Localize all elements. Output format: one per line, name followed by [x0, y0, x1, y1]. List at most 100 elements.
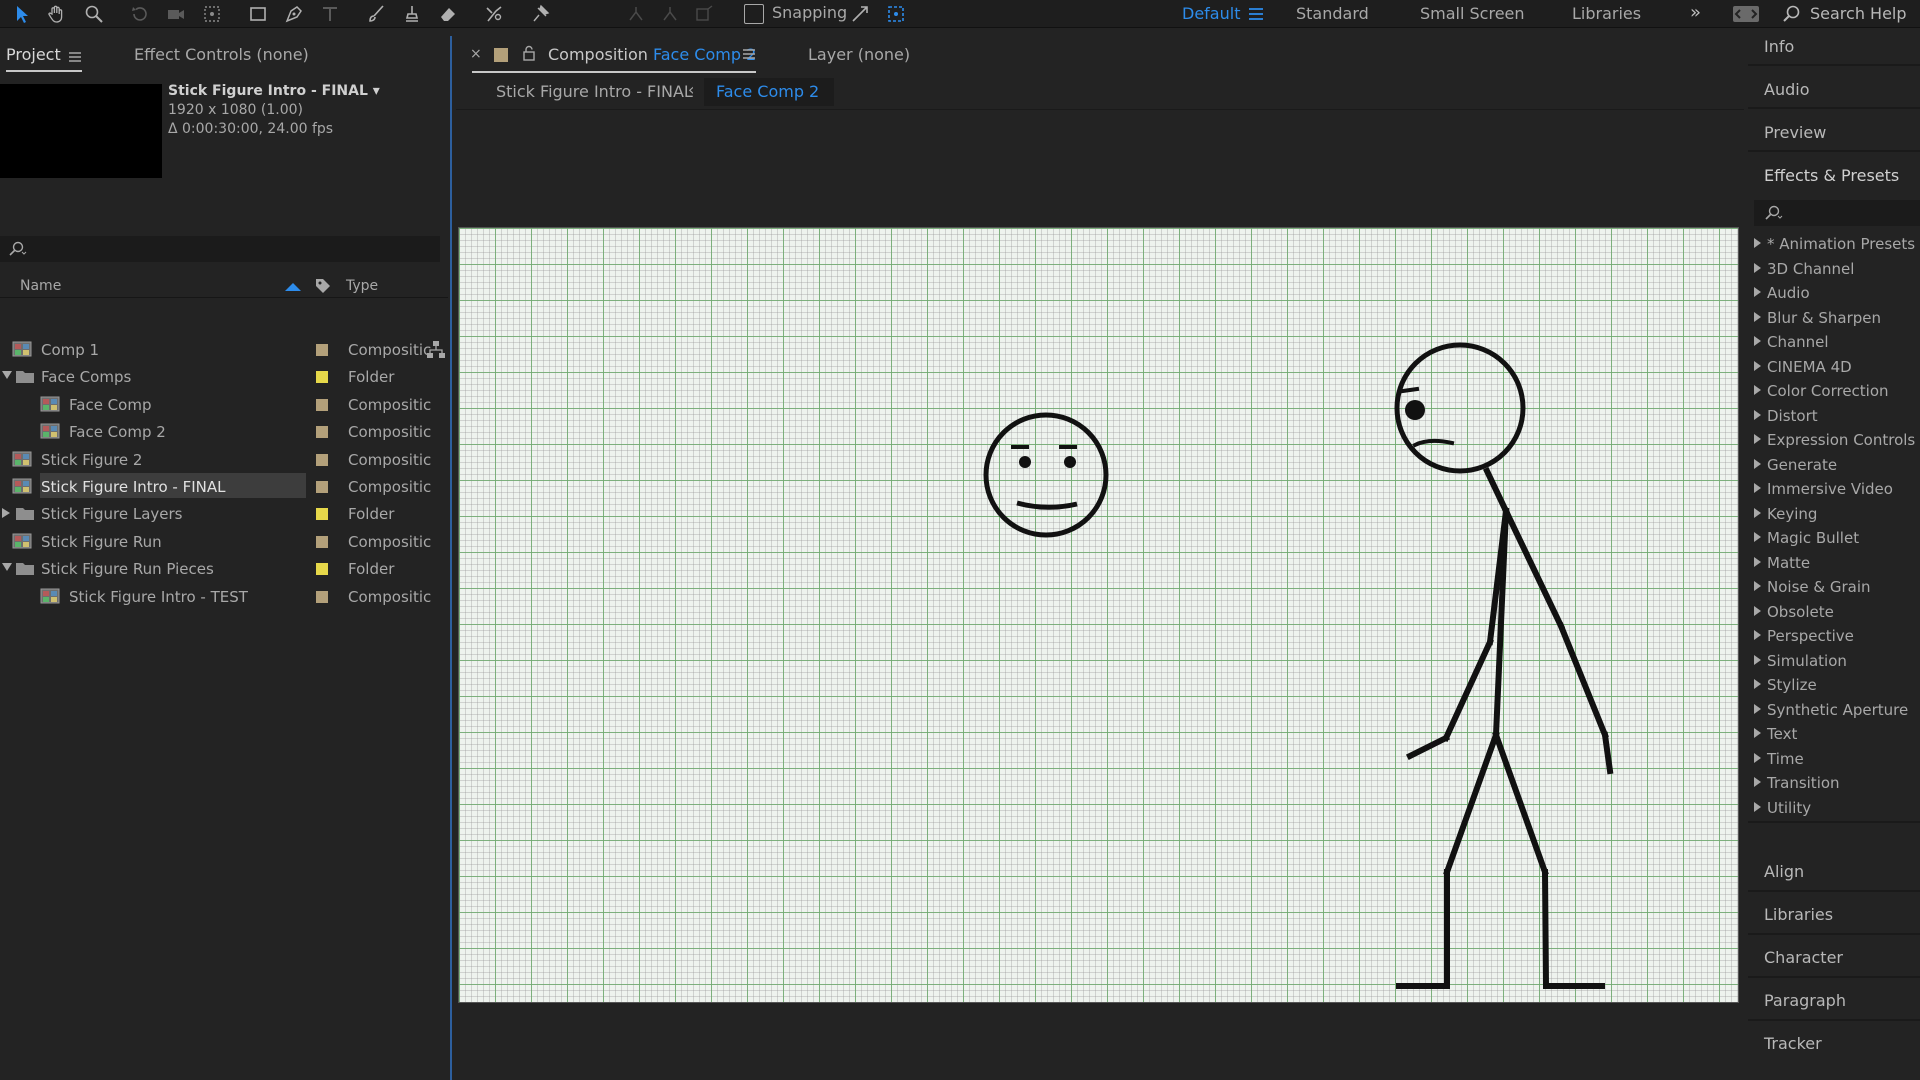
axis-world-icon[interactable]: [658, 2, 682, 26]
label-color-swatch[interactable]: [316, 563, 328, 576]
axis-local-icon[interactable]: [624, 2, 648, 26]
label-color-swatch[interactable]: [316, 481, 328, 493]
panel-tracker[interactable]: Tracker: [1764, 1034, 1822, 1053]
effects-category-item[interactable]: 3D Channel: [1754, 260, 1854, 278]
flowchart-icon[interactable]: [426, 340, 446, 360]
workspace-small-screen[interactable]: Small Screen: [1420, 4, 1525, 23]
expand-toggle-icon[interactable]: [2, 563, 12, 572]
project-search-input[interactable]: [0, 236, 440, 262]
panel-paragraph[interactable]: Paragraph: [1764, 991, 1846, 1010]
effects-category-item[interactable]: Stylize: [1754, 676, 1817, 694]
panel-align[interactable]: Align: [1764, 862, 1804, 881]
type-tool-icon[interactable]: [318, 2, 342, 26]
effects-category-item[interactable]: Expression Controls: [1754, 431, 1915, 449]
label-color-swatch[interactable]: [316, 344, 328, 356]
effects-category-item[interactable]: Matte: [1754, 554, 1810, 572]
effects-category-item[interactable]: Noise & Grain: [1754, 578, 1871, 596]
list-item[interactable]: Face Comp 2 Compositic: [0, 418, 448, 445]
list-item[interactable]: Face Comps Folder: [0, 363, 448, 390]
smiley-face-icon[interactable]: [983, 412, 1109, 538]
panel-character[interactable]: Character: [1764, 948, 1843, 967]
rectangle-tool-icon[interactable]: [246, 2, 270, 26]
composition-menu-icon[interactable]: [742, 48, 756, 60]
camera-tool-icon[interactable]: [164, 2, 188, 26]
list-item[interactable]: Stick Figure Intro - TEST Compositic: [0, 583, 448, 610]
workspace-toggle-icon[interactable]: [1732, 4, 1760, 28]
list-item[interactable]: Stick Figure Run Compositic: [0, 528, 448, 555]
panel-effects-presets[interactable]: Effects & Presets: [1764, 166, 1899, 185]
clone-stamp-tool-icon[interactable]: [400, 2, 424, 26]
panel-preview[interactable]: Preview: [1764, 123, 1826, 142]
tab-effect-controls[interactable]: Effect Controls (none): [134, 45, 309, 64]
workspace-libraries[interactable]: Libraries: [1572, 4, 1641, 23]
label-color-swatch[interactable]: [316, 590, 328, 603]
workspace-overflow-icon[interactable]: »: [1690, 2, 1701, 23]
tab-layer[interactable]: Layer (none): [808, 45, 910, 64]
effects-search-input[interactable]: [1754, 200, 1920, 226]
puppet-pin-tool-icon[interactable]: [528, 2, 552, 26]
brush-tool-icon[interactable]: [364, 2, 388, 26]
effects-category-item[interactable]: Distort: [1754, 407, 1818, 425]
breadcrumb-current[interactable]: Face Comp 2: [716, 82, 819, 101]
effects-category-item[interactable]: Synthetic Aperture: [1754, 701, 1908, 719]
effects-category-item[interactable]: Perspective: [1754, 627, 1854, 645]
expand-toggle-icon[interactable]: [2, 371, 12, 380]
list-item[interactable]: Face Comp Compositic: [0, 391, 448, 418]
effects-category-item[interactable]: Audio: [1754, 284, 1810, 302]
pen-tool-icon[interactable]: [282, 2, 306, 26]
effects-category-item[interactable]: Simulation: [1754, 652, 1847, 670]
snap-edges-icon[interactable]: [848, 2, 872, 26]
project-panel-menu-icon[interactable]: [68, 48, 82, 67]
list-item[interactable]: Stick Figure Layers Folder: [0, 500, 448, 527]
effects-category-item[interactable]: Immersive Video: [1754, 480, 1893, 498]
close-tab-icon[interactable]: ×: [470, 46, 482, 62]
breadcrumb-chevron-left-icon[interactable]: ‹: [688, 80, 694, 99]
effects-category-item[interactable]: Color Correction: [1754, 382, 1889, 400]
workspace-default[interactable]: Default: [1182, 4, 1240, 23]
effects-category-item[interactable]: Obsolete: [1754, 603, 1834, 621]
collapse-toggle-icon[interactable]: [2, 508, 10, 519]
panel-libraries[interactable]: Libraries: [1764, 905, 1833, 924]
sort-ascending-icon[interactable]: [284, 282, 302, 292]
effects-category-item[interactable]: CINEMA 4D: [1754, 358, 1852, 376]
effects-category-item[interactable]: Generate: [1754, 456, 1837, 474]
panel-audio[interactable]: Audio: [1764, 80, 1809, 99]
workspace-standard[interactable]: Standard: [1296, 4, 1369, 23]
effects-category-item[interactable]: Channel: [1754, 333, 1829, 351]
workspace-menu-icon[interactable]: [1248, 6, 1264, 25]
lock-icon[interactable]: [522, 45, 536, 61]
label-color-swatch[interactable]: [316, 453, 328, 466]
list-item[interactable]: Stick Figure Intro - FINAL Compositic: [0, 473, 448, 500]
effects-category-item[interactable]: * Animation Presets: [1754, 235, 1915, 253]
effects-category-item[interactable]: Transition: [1754, 774, 1840, 792]
eraser-tool-icon[interactable]: [436, 2, 460, 26]
label-color-swatch[interactable]: [316, 535, 328, 548]
composition-canvas[interactable]: [458, 227, 1739, 1003]
rotate-tool-icon[interactable]: [128, 2, 152, 26]
search-help-icon[interactable]: [1782, 4, 1802, 28]
effects-category-item[interactable]: Keying: [1754, 505, 1817, 523]
roto-brush-tool-icon[interactable]: [482, 2, 506, 26]
hand-tool-icon[interactable]: [44, 2, 68, 26]
tab-project[interactable]: Project: [6, 45, 61, 64]
panel-info[interactable]: Info: [1764, 37, 1794, 56]
selected-item-name[interactable]: Stick Figure Intro - FINAL ▾: [168, 82, 380, 101]
label-color-swatch[interactable]: [316, 426, 328, 439]
list-item[interactable]: Stick Figure Run Pieces Folder: [0, 555, 448, 582]
label-color-swatch[interactable]: [316, 508, 328, 521]
effects-category-item[interactable]: Text: [1754, 725, 1797, 743]
tab-composition[interactable]: Composition Face Comp 2: [548, 45, 756, 64]
column-type[interactable]: Type: [346, 278, 378, 294]
effects-category-item[interactable]: Utility: [1754, 799, 1811, 817]
snap-features-icon[interactable]: [884, 2, 908, 26]
effects-category-item[interactable]: Blur & Sharpen: [1754, 309, 1881, 327]
search-help-input[interactable]: Search Help: [1810, 4, 1907, 23]
label-color-swatch[interactable]: [316, 371, 328, 384]
label-tag-icon[interactable]: [314, 277, 332, 295]
axis-view-icon[interactable]: [692, 2, 716, 26]
column-name[interactable]: Name: [20, 278, 61, 294]
breadcrumb-parent[interactable]: Stick Figure Intro - FINAL: [496, 82, 693, 101]
selection-tool-icon[interactable]: [10, 2, 34, 26]
list-item[interactable]: Comp 1 Compositic: [0, 336, 448, 363]
snapping-checkbox[interactable]: [744, 4, 764, 24]
